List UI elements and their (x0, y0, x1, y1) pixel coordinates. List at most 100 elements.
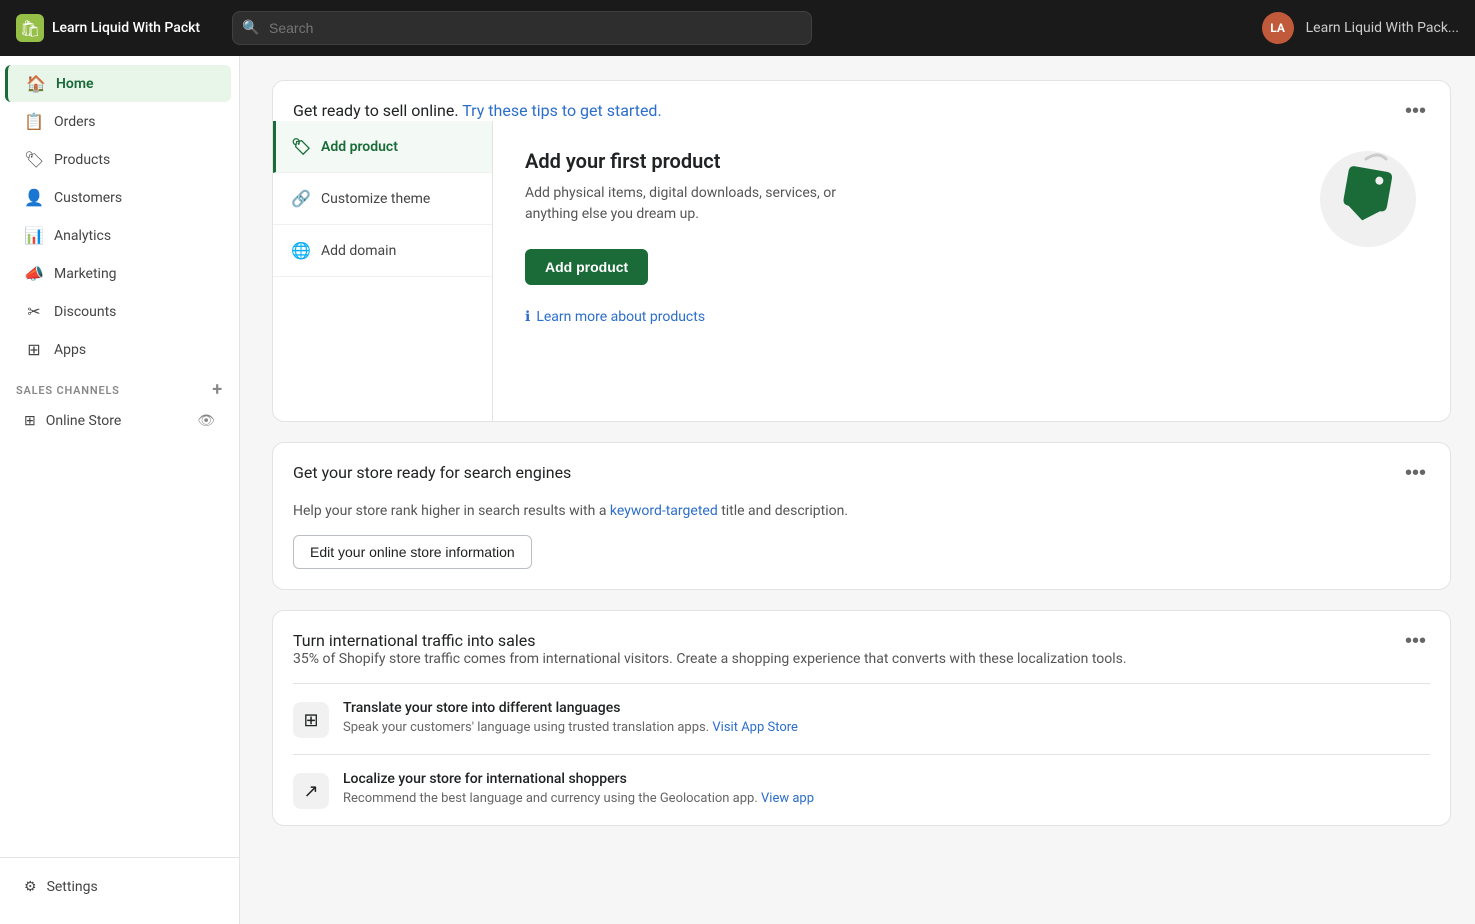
tips-right-content: Add your first product Add physical item… (493, 121, 1450, 421)
learn-more-products-link[interactable]: ℹ Learn more about products (525, 309, 1418, 325)
sales-channels-section: SALES CHANNELS + (0, 369, 239, 403)
tips-item-customize-theme-label: Customize theme (321, 191, 430, 207)
tips-item-add-product[interactable]: 🏷 Add product (273, 121, 492, 173)
learn-more-label: Learn more about products (536, 309, 705, 325)
search-icon: 🔍 (242, 20, 259, 36)
header-right: LA Learn Liquid With Pack... (1262, 12, 1459, 44)
online-store-left: ⊞ Online Store (24, 413, 121, 429)
localize-icon: ↗ (293, 773, 329, 809)
add-product-icon: 🏷 (291, 137, 311, 156)
intl-item-translate: ⊞ Translate your store into different la… (293, 683, 1430, 754)
localize-desc: Recommend the best language and currency… (343, 790, 1430, 808)
sidebar-item-discounts[interactable]: ✂ Discounts (8, 293, 231, 330)
sidebar-item-orders[interactable]: 📋 Orders (8, 103, 231, 140)
localize-desc-plain: Recommend the best language and currency… (343, 791, 761, 806)
sidebar-item-analytics[interactable]: 📊 Analytics (8, 217, 231, 254)
seo-card-description: Help your store rank higher in search re… (293, 503, 1430, 519)
avatar[interactable]: LA (1262, 12, 1294, 44)
translate-content: Translate your store into different lang… (343, 700, 1430, 737)
translate-title: Translate your store into different lang… (343, 700, 1430, 716)
customers-icon: 👤 (24, 188, 44, 207)
international-card-menu-button[interactable]: ••• (1401, 631, 1430, 651)
sidebar-item-discounts-label: Discounts (54, 304, 116, 320)
seo-card-header: Get your store ready for search engines … (273, 443, 1450, 483)
tips-item-add-product-label: Add product (321, 139, 398, 155)
store-name-header: Learn Liquid With Packt (52, 20, 200, 36)
seo-desc-link[interactable]: keyword-targeted (610, 503, 718, 519)
sidebar-item-products-label: Products (54, 152, 110, 168)
sidebar-item-customers-label: Customers (54, 190, 122, 206)
sidebar-item-marketing[interactable]: 📣 Marketing (8, 255, 231, 292)
add-product-button[interactable]: Add product (525, 249, 648, 285)
tips-right-text: Add your first product Add physical item… (525, 149, 885, 309)
sales-channels-label: SALES CHANNELS (16, 384, 120, 397)
sidebar-item-home-label: Home (56, 76, 94, 92)
add-sales-channel-button[interactable]: + (212, 381, 223, 399)
search-input[interactable] (232, 11, 812, 45)
sidebar-footer: ⚙ Settings (0, 857, 239, 916)
sidebar-item-settings[interactable]: ⚙ Settings (8, 870, 231, 904)
sidebar-nav: 🏠 Home 📋 Orders 🏷 Products 👤 Customers 📊… (0, 64, 239, 857)
tips-card-header: Get ready to sell online. Try these tips… (273, 81, 1450, 121)
localize-content: Localize your store for international sh… (343, 771, 1430, 808)
tips-card-title: Get ready to sell online. Try these tips… (293, 101, 662, 120)
translate-desc-plain: Speak your customers' language using tru… (343, 720, 712, 735)
tips-title-highlight: Try these tips to get started. (462, 101, 661, 120)
tips-product-title: Add your first product (525, 149, 885, 173)
app-layout: 🏠 Home 📋 Orders 🏷 Products 👤 Customers 📊… (0, 56, 1475, 924)
edit-online-store-button[interactable]: Edit your online store information (293, 535, 532, 569)
header-store-name: Learn Liquid With Pack... (1306, 20, 1459, 36)
main-content: Get ready to sell online. Try these tips… (240, 56, 1475, 924)
seo-card: Get your store ready for search engines … (272, 442, 1451, 590)
translate-desc: Speak your customers' language using tru… (343, 719, 1430, 737)
tips-card: Get ready to sell online. Try these tips… (272, 80, 1451, 422)
settings-icon: ⚙ (24, 879, 37, 895)
international-card-header: Turn international traffic into sales ••… (273, 611, 1450, 651)
eye-icon[interactable]: 👁 (197, 413, 215, 429)
translate-link[interactable]: Visit App Store (712, 720, 798, 735)
tips-card-menu-button[interactable]: ••• (1401, 101, 1430, 121)
sidebar-item-apps[interactable]: ⊞ Apps (8, 331, 231, 368)
international-card-body: 35% of Shopify store traffic comes from … (273, 651, 1450, 825)
sidebar-item-apps-label: Apps (54, 342, 86, 358)
tips-title-plain: Get ready to sell online. (293, 101, 459, 120)
shopify-logo-icon: 🛍 (16, 14, 44, 42)
orders-icon: 📋 (24, 112, 44, 131)
sidebar-item-marketing-label: Marketing (54, 266, 117, 282)
localize-link[interactable]: View app (761, 791, 814, 806)
international-card: Turn international traffic into sales ••… (272, 610, 1451, 826)
seo-card-body: Help your store rank higher in search re… (273, 483, 1450, 589)
sidebar-item-customers[interactable]: 👤 Customers (8, 179, 231, 216)
tips-left-nav: 🏷 Add product 🔗 Customize theme 🌐 Add do… (273, 121, 493, 421)
top-header: 🛍 Learn Liquid With Packt 🔍 LA Learn Liq… (0, 0, 1475, 56)
apps-icon: ⊞ (24, 340, 44, 359)
sidebar-item-orders-label: Orders (54, 114, 96, 130)
international-card-description: 35% of Shopify store traffic comes from … (293, 651, 1430, 683)
info-icon: ℹ (525, 309, 530, 325)
seo-card-menu-button[interactable]: ••• (1401, 463, 1430, 483)
sidebar-item-online-store[interactable]: ⊞ Online Store 👁 (8, 404, 231, 438)
intl-item-localize: ↗ Localize your store for international … (293, 754, 1430, 825)
sidebar-item-home[interactable]: 🏠 Home (5, 65, 231, 102)
settings-label: Settings (47, 879, 98, 895)
product-tag-visual (1318, 149, 1418, 249)
products-icon: 🏷 (24, 150, 44, 169)
sidebar-item-products[interactable]: 🏷 Products (8, 141, 231, 178)
tag-svg (1318, 149, 1418, 249)
international-card-title: Turn international traffic into sales (293, 631, 535, 650)
discounts-icon: ✂ (24, 302, 44, 321)
search-area: 🔍 (232, 11, 812, 45)
tips-item-customize-theme[interactable]: 🔗 Customize theme (273, 173, 492, 225)
analytics-icon: 📊 (24, 226, 44, 245)
seo-desc-plain: Help your store rank higher in search re… (293, 503, 610, 519)
translate-icon: ⊞ (293, 702, 329, 738)
marketing-icon: 📣 (24, 264, 44, 283)
sidebar-item-analytics-label: Analytics (54, 228, 111, 244)
tips-item-add-domain-label: Add domain (321, 243, 396, 259)
sidebar: 🏠 Home 📋 Orders 🏷 Products 👤 Customers 📊… (0, 56, 240, 924)
tips-layout: 🏷 Add product 🔗 Customize theme 🌐 Add do… (273, 121, 1450, 421)
seo-card-title: Get your store ready for search engines (293, 463, 571, 482)
home-icon: 🏠 (26, 74, 46, 93)
tips-item-add-domain[interactable]: 🌐 Add domain (273, 225, 492, 277)
store-logo-area: 🛍 Learn Liquid With Packt (16, 14, 216, 42)
